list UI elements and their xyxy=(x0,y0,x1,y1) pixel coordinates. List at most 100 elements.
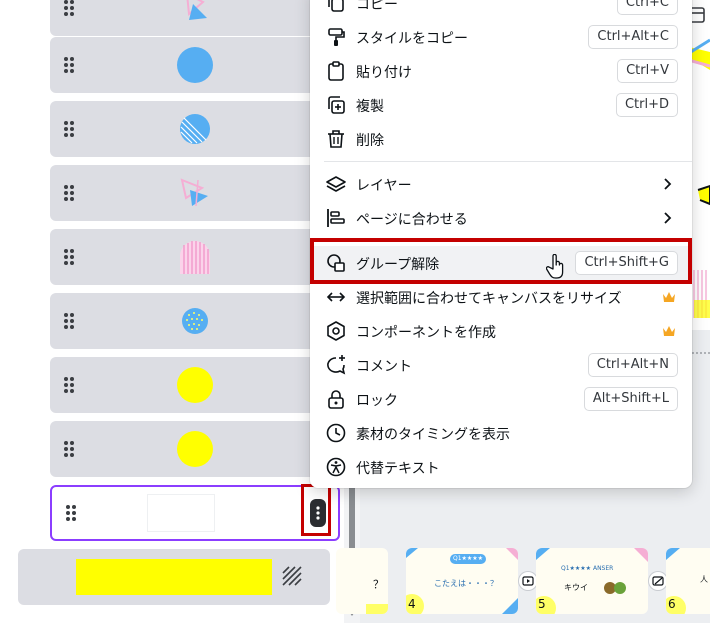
yellow-circle-thumbnail xyxy=(177,431,213,467)
transition-button[interactable] xyxy=(519,572,537,590)
drag-handle-icon[interactable] xyxy=(63,0,75,17)
menu-item-delete[interactable]: 削除 xyxy=(310,122,692,156)
chevron-right-icon xyxy=(664,178,672,190)
menu-item-resize-canvas[interactable]: 選択範囲に合わせてキャンバスをリサイズ xyxy=(310,280,692,314)
component-icon xyxy=(327,321,345,341)
menu-item-label: コンポーネントを作成 xyxy=(356,325,496,341)
menu-item-duplicate[interactable]: 複製 Ctrl+D xyxy=(310,88,692,122)
menu-item-lock[interactable]: ロック Alt+Shift+L xyxy=(310,382,692,416)
drag-handle-icon[interactable] xyxy=(63,184,75,202)
menu-item-label: コメント xyxy=(356,359,412,375)
menu-item-copy[interactable]: コピー Ctrl+C xyxy=(310,0,692,20)
slide-decorations xyxy=(536,548,648,614)
layer-row[interactable] xyxy=(50,165,340,221)
drag-handle-icon[interactable] xyxy=(63,248,75,266)
pink-striped-arch-thumbnail xyxy=(180,241,210,274)
transition-icon xyxy=(652,576,664,586)
slide-thumbnail-6[interactable]: 人 6 xyxy=(666,548,710,614)
pattern-icon[interactable] xyxy=(282,566,302,586)
yellow-circle-thumbnail xyxy=(177,367,213,403)
menu-item-paste[interactable]: 貼り付け Ctrl+V xyxy=(310,54,692,88)
transition-button[interactable] xyxy=(649,572,667,590)
clock-icon xyxy=(326,423,346,443)
layer-row-background[interactable] xyxy=(18,549,330,605)
menu-item-label: 素材のタイミングを表示 xyxy=(356,427,510,443)
menu-item-label: 貼り付け xyxy=(356,65,412,81)
ungroup-highlight xyxy=(310,238,692,284)
accessibility-icon xyxy=(326,457,346,477)
menu-item-layer[interactable]: レイヤー xyxy=(310,167,692,201)
clipboard-icon xyxy=(328,61,344,81)
menu-item-label: 選択範囲に合わせてキャンバスをリサイズ xyxy=(356,291,622,307)
layer-row[interactable] xyxy=(50,293,340,349)
menu-item-create-component[interactable]: コンポーネントを作成 xyxy=(310,314,692,348)
blue-dotted-circle-thumbnail xyxy=(182,308,208,334)
blue-circle-thumbnail xyxy=(177,47,213,83)
menu-item-label: スタイルをコピー xyxy=(356,31,468,47)
comment-add-icon xyxy=(327,355,346,375)
slide-number: 4 xyxy=(408,597,416,611)
layer-row[interactable] xyxy=(50,37,340,93)
drag-handle-icon[interactable] xyxy=(63,56,75,74)
shortcut-badge: Ctrl+C xyxy=(616,0,678,15)
menu-item-label: 削除 xyxy=(356,133,384,149)
shortcut-badge: Ctrl+Alt+C xyxy=(588,25,678,49)
copy-icon xyxy=(328,0,344,12)
white-rectangle-thumbnail xyxy=(148,495,214,531)
drag-handle-icon[interactable] xyxy=(63,312,75,330)
drag-handle-icon[interactable] xyxy=(63,376,75,394)
drag-handle-icon[interactable] xyxy=(65,504,77,522)
premium-crown-icon xyxy=(663,292,675,302)
menu-item-alt-text[interactable]: 代替テキスト xyxy=(310,450,692,484)
layer-row[interactable] xyxy=(50,357,340,413)
triangle-shapes-icon xyxy=(180,178,208,207)
menu-item-copy-style[interactable]: スタイルをコピー Ctrl+Alt+C xyxy=(310,20,692,54)
slide-decoration xyxy=(366,604,388,614)
more-options-highlight xyxy=(301,484,331,536)
menu-item-label: ページに合わせる xyxy=(356,212,468,228)
paint-roller-icon xyxy=(328,28,345,46)
menu-item-label: コピー xyxy=(356,0,398,13)
shortcut-badge: Ctrl+V xyxy=(617,59,678,83)
page-divider xyxy=(692,352,710,354)
menu-item-label: レイヤー xyxy=(356,178,412,194)
layer-row-selected[interactable] xyxy=(50,485,340,541)
menu-item-label: ロック xyxy=(356,393,398,409)
chevron-right-icon xyxy=(664,212,672,224)
lock-icon xyxy=(328,390,344,409)
menu-divider xyxy=(324,161,692,162)
layers-icon xyxy=(326,176,346,192)
shortcut-badge: Ctrl+D xyxy=(615,93,678,117)
resize-arrows-icon xyxy=(326,292,346,302)
slide-text: キウイ xyxy=(564,583,588,592)
menu-item-comment[interactable]: コメント Ctrl+Alt+N xyxy=(310,348,692,382)
drag-handle-icon[interactable] xyxy=(63,120,75,138)
premium-crown-icon xyxy=(663,326,675,336)
layer-row[interactable] xyxy=(50,421,340,477)
layer-row[interactable] xyxy=(50,229,340,285)
slide-badge: Q1★★★★ ANSER xyxy=(561,565,614,572)
layer-row[interactable] xyxy=(50,0,340,36)
slide-number: 6 xyxy=(668,597,676,611)
slide-text: こたえは・・・？ xyxy=(434,579,498,588)
slide-thumbnail[interactable]: ？ xyxy=(336,548,388,614)
menu-item-label: 代替テキスト xyxy=(356,461,440,477)
shortcut-badge: Alt+Shift+L xyxy=(583,387,678,411)
slide-thumbnail-4[interactable]: Q1★★★★ こたえは・・・？ 4 xyxy=(406,548,518,614)
slide-thumbnail-5[interactable]: Q1★★★★ ANSER キウイ 5 xyxy=(536,548,648,614)
layer-row[interactable] xyxy=(50,101,340,157)
menu-item-align-to-page[interactable]: ページに合わせる xyxy=(310,201,692,235)
menu-item-show-timing[interactable]: 素材のタイミングを表示 xyxy=(310,416,692,450)
slide-badge: Q1★★★★ xyxy=(450,554,487,564)
shortcut-badge: Ctrl+Alt+N xyxy=(587,353,678,377)
yellow-background-thumbnail xyxy=(76,559,272,595)
drag-handle-icon[interactable] xyxy=(63,440,75,458)
layers-panel xyxy=(0,0,357,623)
triangle-shapes-icon xyxy=(186,0,207,20)
menu-item-label: 複製 xyxy=(356,99,384,115)
slide-text: 人 xyxy=(700,575,708,584)
trash-icon xyxy=(328,130,344,148)
hand-cursor-icon xyxy=(546,254,564,279)
slide-text: ？ xyxy=(373,578,384,591)
duplicate-icon xyxy=(328,96,345,114)
